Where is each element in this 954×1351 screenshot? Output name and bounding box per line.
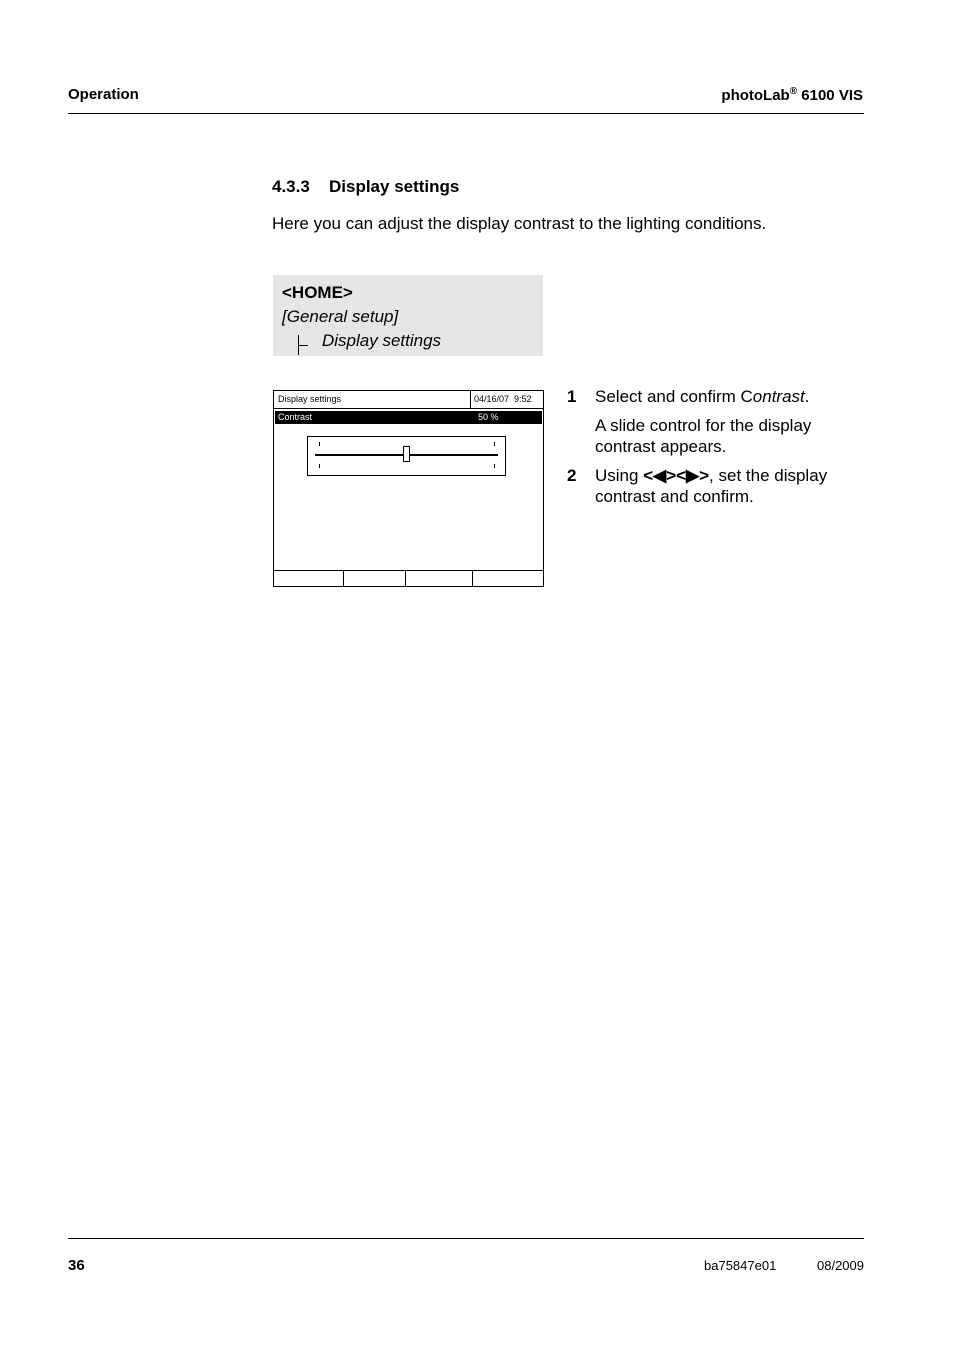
softkey-1[interactable] xyxy=(274,571,343,586)
step-1: 1 Select and confirm Contrast. A slide c… xyxy=(567,386,857,457)
section-heading: 4.3.3 Display settings xyxy=(272,177,459,197)
slider-knob[interactable] xyxy=(403,446,410,462)
title-rule xyxy=(274,408,543,409)
document-date: 08/2009 xyxy=(817,1258,864,1273)
document-id: ba75847e01 xyxy=(704,1258,777,1273)
step-number: 2 xyxy=(567,466,577,485)
screen-datetime: 04/16/07 9:52 xyxy=(474,394,532,404)
slider-tick xyxy=(319,464,320,468)
step-2: 2 Using <◀><▶>, set the display contrast… xyxy=(567,465,857,507)
step-text: Select and confirm Contrast. xyxy=(595,387,810,406)
footer-rule xyxy=(68,1238,864,1239)
screen-title: Display settings xyxy=(278,394,342,404)
menu-path-home: <HOME> xyxy=(282,283,353,302)
header-product: photoLab® 6100 VIS xyxy=(721,86,863,104)
arrow-keys-icon: <◀><▶> xyxy=(643,466,710,485)
contrast-label: Contrast xyxy=(278,412,313,422)
product-name: photoLab xyxy=(721,87,790,104)
step-text: Using <◀><▶>, set the display contrast a… xyxy=(595,466,828,506)
tree-branch-icon xyxy=(298,335,308,355)
softkey-3[interactable] xyxy=(406,571,472,586)
softkey-2[interactable] xyxy=(344,571,405,586)
menu-path-display-settings: Display settings xyxy=(322,331,442,350)
device-screen: Display settings 04/16/07 9:52 Contrast … xyxy=(273,390,544,587)
product-model: 6100 VIS xyxy=(797,87,863,104)
contrast-row[interactable]: Contrast 50 % xyxy=(275,411,542,424)
slider-tick xyxy=(494,464,495,468)
title-separator xyxy=(470,391,471,408)
section-number: 4.3.3 xyxy=(272,177,310,196)
instruction-steps: 1 Select and confirm Contrast. A slide c… xyxy=(567,386,857,507)
slider-tick xyxy=(494,442,495,446)
step-note: A slide control for the display contrast… xyxy=(595,416,812,456)
page-number: 36 xyxy=(68,1257,85,1274)
step-number: 1 xyxy=(567,387,577,406)
contrast-value: 50 % xyxy=(478,412,499,422)
intro-text: Here you can adjust the display contrast… xyxy=(272,214,767,233)
section-title: Display settings xyxy=(329,177,460,196)
menu-path-general-setup: [General setup] xyxy=(282,307,399,326)
header-rule xyxy=(68,113,864,114)
menu-path-box: <HOME> [General setup] Display settings xyxy=(273,275,543,356)
slider-tick xyxy=(319,442,320,446)
header-section: Operation xyxy=(68,86,139,103)
softkey-4[interactable] xyxy=(473,571,543,586)
registered-mark: ® xyxy=(789,86,798,97)
contrast-slider[interactable] xyxy=(307,436,506,476)
